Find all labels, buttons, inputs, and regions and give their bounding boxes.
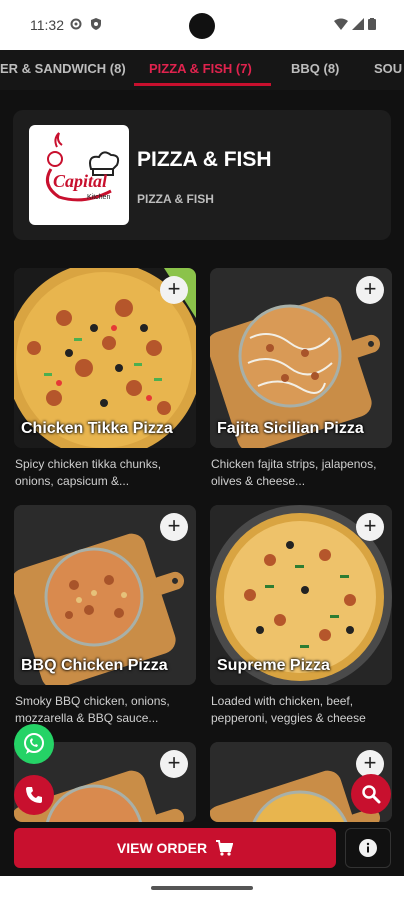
phone-icon (26, 787, 42, 803)
search-icon (362, 785, 381, 804)
shield-icon (91, 18, 101, 30)
item-name: Chicken Tikka Pizza (21, 420, 173, 437)
tab-bbq[interactable]: BBQ (8) (291, 50, 339, 90)
battery-icon (368, 18, 376, 30)
info-icon (359, 839, 377, 857)
camera-cutout (189, 13, 215, 39)
svg-text:Capital: Capital (53, 171, 107, 191)
category-subtitle: PIZZA & FISH (137, 192, 214, 206)
add-to-cart-button[interactable]: + (356, 276, 384, 304)
item-name: Fajita Sicilian Pizza (217, 420, 364, 437)
item-description: Loaded with chicken, beef, pepperoni, ve… (211, 694, 366, 725)
signal-icon (352, 18, 364, 30)
add-to-cart-button[interactable]: + (160, 513, 188, 541)
category-title: PIZZA & FISH (137, 148, 272, 171)
whatsapp-button[interactable] (14, 724, 54, 764)
status-bar: 11:32 (0, 0, 404, 50)
item-name: Supreme Pizza (217, 657, 330, 674)
item-description: Chicken fajita strips, jalapenos, olives… (211, 457, 377, 488)
home-gesture-bar[interactable] (151, 886, 253, 890)
active-tab-indicator (134, 83, 271, 86)
svg-text:Kitchen: Kitchen (87, 194, 110, 201)
add-to-cart-button[interactable]: + (356, 513, 384, 541)
call-button[interactable] (14, 775, 54, 815)
restaurant-logo: Capital Kitchen (29, 125, 129, 225)
add-to-cart-button[interactable]: + (160, 750, 188, 778)
system-nav-bar (0, 876, 404, 900)
wifi-icon (334, 18, 348, 30)
cart-icon (216, 840, 234, 856)
add-to-cart-button[interactable]: + (160, 276, 188, 304)
whatsapp-icon (24, 733, 44, 754)
item-description: Smoky BBQ chicken, onions, mozzarella & … (15, 694, 170, 725)
view-order-button[interactable]: VIEW ORDER (14, 828, 336, 868)
view-order-label: VIEW ORDER (116, 840, 208, 856)
tab-soups[interactable]: SOU (374, 50, 402, 90)
settings-icon (70, 18, 82, 30)
info-button[interactable] (345, 828, 391, 868)
search-button[interactable] (351, 774, 391, 814)
category-header: Capital Kitchen PIZZA & FISH PIZZA & FIS… (13, 110, 391, 240)
item-name: BBQ Chicken Pizza (21, 657, 168, 674)
item-description: Spicy chicken tikka chunks, onions, caps… (15, 457, 162, 488)
status-time: 11:32 (30, 17, 64, 33)
tab-burger-sandwich[interactable]: ER & SANDWICH (8) (0, 50, 126, 90)
